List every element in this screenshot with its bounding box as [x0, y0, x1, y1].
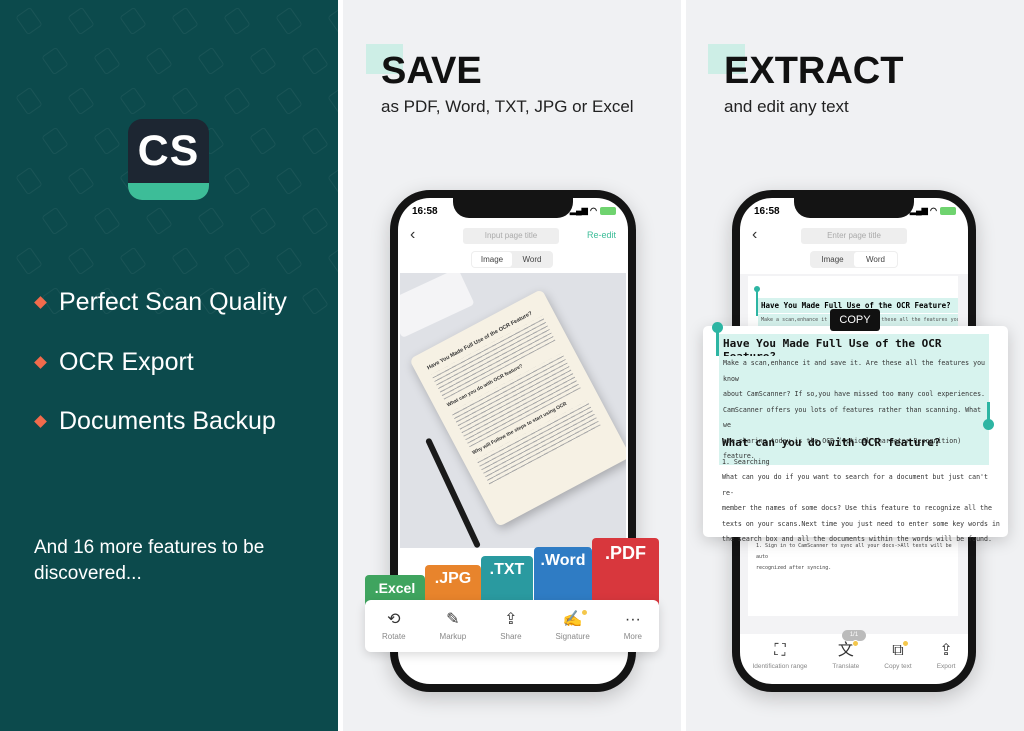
- translate-icon: 文: [838, 639, 859, 659]
- bottom-toolbar: ⟲ Rotate ✎ Markup ⇪ Share ✍ Signature ··· More: [365, 600, 659, 652]
- toolbar-label: Share: [500, 631, 522, 641]
- notebook: Have You Made Full Use of the OCR Featur…: [409, 288, 626, 528]
- share-icon: ⇪: [504, 610, 518, 628]
- more-icon: ···: [624, 610, 641, 628]
- toolbar-more-button[interactable]: ··· More: [623, 610, 642, 641]
- tab-image[interactable]: Image: [472, 252, 512, 267]
- copy-tooltip-button[interactable]: COPY: [830, 309, 880, 331]
- toolbar-label: Rotate: [381, 631, 406, 641]
- toolbar-label: More: [623, 631, 642, 641]
- copy-icon: ⧉: [892, 639, 909, 659]
- save-subtitle: as PDF, Word, TXT, JPG or Excel: [381, 97, 634, 116]
- view-toggle: Image Word: [471, 251, 553, 268]
- toolbar-rotate-button[interactable]: ⟲ Rotate: [381, 610, 406, 641]
- ocr-result-card: Have You Made Full Use of the OCR Featur…: [703, 322, 1008, 543]
- status-icons: ▂▄▆ ◠: [910, 206, 956, 215]
- tab-image[interactable]: Image: [811, 252, 854, 267]
- scan-range-icon: ⛶: [774, 641, 786, 659]
- format-tab-pdf: .PDF: [592, 538, 659, 605]
- toolbar-label: Signature: [555, 631, 590, 641]
- back-icon[interactable]: ‹: [410, 226, 415, 244]
- toolbar-share-button[interactable]: ⇪ Share: [500, 610, 522, 641]
- view-toggle: Image Word: [810, 251, 898, 268]
- tab-word[interactable]: Word: [854, 252, 897, 267]
- toolbar-label: Translate: [832, 662, 860, 670]
- toolbar-label: Identification range: [752, 662, 808, 670]
- diamond-bullet-icon: [34, 415, 47, 428]
- toolbar-copy-text-button[interactable]: ⧉ Copy text: [884, 639, 912, 670]
- format-tab-txt: .TXT: [481, 556, 533, 605]
- export-icon: ⇪: [939, 641, 953, 659]
- re-edit-button[interactable]: Re-edit: [587, 230, 616, 240]
- feature-item: Perfect Scan Quality: [34, 288, 287, 317]
- feature-item: Documents Backup: [34, 407, 276, 436]
- format-tab-jpg: .JPG: [425, 565, 481, 605]
- pen-icon: ✎: [446, 610, 460, 628]
- toolbar-identification-range-button[interactable]: ⛶ Identification range: [752, 641, 808, 670]
- save-panel: SAVE as PDF, Word, TXT, JPG or Excel 16:…: [343, 0, 681, 731]
- rotate-icon: ⟲: [387, 610, 401, 628]
- toolbar-export-button[interactable]: ⇪ Export: [936, 641, 956, 670]
- page-title-input[interactable]: Input page title: [463, 228, 559, 244]
- extract-title: EXTRACT: [724, 50, 904, 92]
- diamond-bullet-icon: [34, 296, 47, 309]
- save-title: SAVE: [381, 50, 482, 92]
- back-icon[interactable]: ‹: [752, 226, 757, 244]
- format-tab-word: .Word: [534, 547, 592, 605]
- toolbar-label: Copy text: [884, 662, 912, 670]
- toolbar-markup-button[interactable]: ✎ Markup: [439, 610, 467, 641]
- toolbar-label: Markup: [439, 631, 467, 641]
- more-features-text: And 16 more features to be discovered...: [34, 537, 265, 584]
- toolbar-translate-button[interactable]: 文 Translate: [832, 639, 860, 670]
- diamond-bullet-icon: [34, 356, 47, 369]
- status-icons: ▂▄▆ ◠: [570, 206, 616, 215]
- toolbar-label: Export: [936, 662, 956, 670]
- feature-panel: CS Perfect Scan Quality OCR Export Docum…: [0, 0, 338, 731]
- page-title-input[interactable]: Enter page title: [801, 228, 907, 244]
- bottom-toolbar: ⛶ Identification range 文 Translate ⧉ Copy tex…: [740, 638, 968, 674]
- toolbar-signature-button[interactable]: ✍ Signature: [555, 608, 590, 641]
- feature-item: OCR Export: [34, 348, 194, 377]
- tab-word[interactable]: Word: [512, 252, 552, 267]
- signature-icon: ✍: [563, 608, 588, 628]
- document-photo: Have You Made Full Use of the OCR Featur…: [400, 273, 626, 548]
- camscanner-logo: CS: [128, 119, 209, 200]
- extract-subtitle: and edit any text: [724, 97, 849, 116]
- extract-panel: EXTRACT and edit any text 16:58 ▂▄▆ ◠ ‹ …: [686, 0, 1024, 731]
